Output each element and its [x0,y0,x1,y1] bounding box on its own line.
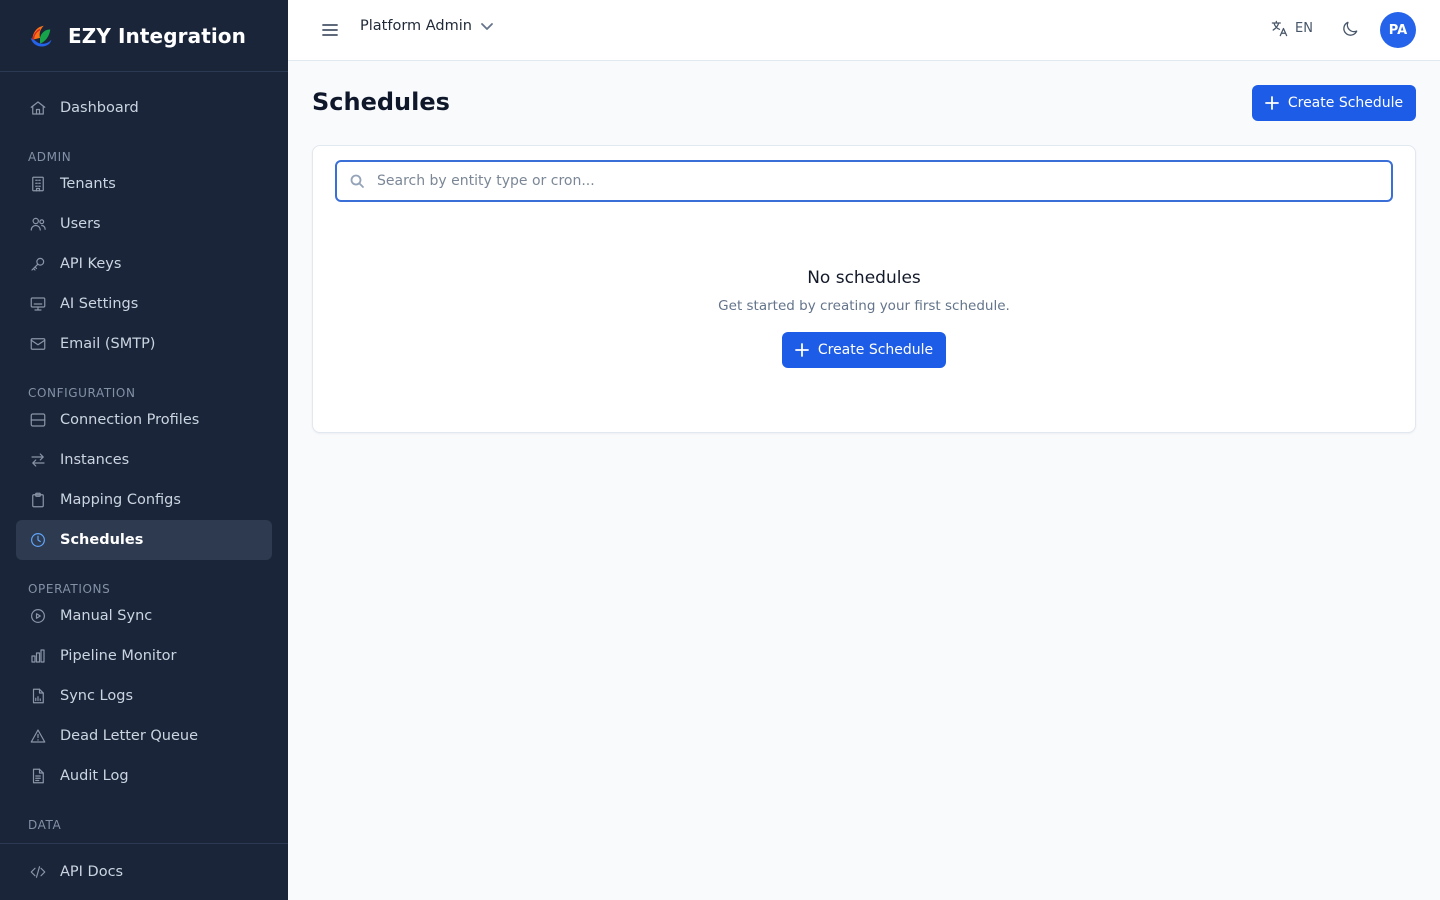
sidebar-item-label: Instances [60,452,130,468]
building-icon [28,174,48,194]
create-schedule-button[interactable]: Create Schedule [1252,85,1416,121]
sidebar-item-label: Users [60,216,101,232]
section-label-configuration: CONFIGURATION [28,386,136,400]
sidebar-item-label: API Docs [60,864,124,880]
language-code: EN [1295,21,1313,36]
sidebar-item-ai-settings[interactable]: AI Settings [16,284,272,324]
sidebar-item-label: Audit Log [60,768,129,784]
search-box [335,160,1393,202]
moon-icon[interactable] [1340,19,1360,39]
tenant-selector[interactable]: Platform Admin [360,18,494,34]
file-text-icon [28,766,48,786]
section-label-admin: ADMIN [28,150,72,164]
arrows-icon [28,450,48,470]
code-icon [28,862,48,882]
sidebar-footer: API Docs [0,843,288,900]
sidebar-item-label: Schedules [60,532,144,548]
server-icon [28,410,48,430]
sidebar-item-manual-sync[interactable]: Manual Sync [16,596,272,636]
section-label-operations: OPERATIONS [28,582,111,596]
key-icon [28,254,48,274]
schedules-card: No schedules Get started by creating you… [312,145,1416,433]
button-label: Create Schedule [1287,95,1404,111]
sidebar-item-label: Email (SMTP) [60,336,156,352]
mail-icon [28,334,48,354]
search-input[interactable] [377,163,1391,199]
sidebar-item-label: Connection Profiles [60,412,200,428]
page-title: Schedules [312,88,450,116]
sidebar-item-pipeline-monitor[interactable]: Pipeline Monitor [16,636,272,676]
sidebar-item-label: Dashboard [60,100,139,116]
brand[interactable]: EZY Integration [0,0,288,72]
bar-chart-icon [28,646,48,666]
sidebar-item-label: Dead Letter Queue [60,728,199,744]
translate-icon [1271,20,1288,37]
sidebar-item-api-keys[interactable]: API Keys [16,244,272,284]
sidebar-item-label: Manual Sync [60,608,153,624]
sidebar-item-mapping-configs[interactable]: Mapping Configs [16,480,272,520]
sidebar-item-label: API Keys [60,256,122,272]
sidebar-item-users[interactable]: Users [16,204,272,244]
language-switcher[interactable]: EN [1270,19,1313,38]
monitor-icon [28,294,48,314]
plus-icon [1264,96,1279,110]
section-label-data: DATA [28,818,62,832]
empty-state-subtitle: Get started by creating your first sched… [718,298,1010,314]
button-label: Create Schedule [817,342,934,358]
users-icon [28,214,48,234]
search-icon [349,173,365,189]
sidebar-item-label: AI Settings [60,296,139,312]
sidebar-item-label: Pipeline Monitor [60,648,177,664]
sidebar-item-audit-log[interactable]: Audit Log [16,756,272,796]
tenant-name: Platform Admin [360,18,472,34]
sidebar-item-connection-profiles[interactable]: Connection Profiles [16,400,272,440]
sidebar-item-email-smtp[interactable]: Email (SMTP) [16,324,272,364]
sidebar-item-instances[interactable]: Instances [16,440,272,480]
top-header: Platform Admin EN PA [288,0,1440,61]
sidebar-item-label: Mapping Configs [60,492,181,508]
menu-toggle-icon[interactable] [320,20,340,40]
sidebar-nav: Dashboard ADMIN Tenants Users API Keys A… [0,72,288,832]
avatar[interactable]: PA [1380,12,1416,48]
sidebar-item-tenants[interactable]: Tenants [16,164,272,204]
empty-create-schedule-button[interactable]: Create Schedule [782,332,946,368]
warning-icon [28,726,48,746]
home-icon [28,98,48,118]
plus-icon [794,343,809,357]
empty-state-title: No schedules [807,268,921,288]
sidebar: EZY Integration Dashboard ADMIN Tenants … [0,0,288,900]
play-circle-icon [28,606,48,626]
app-name: EZY Integration [68,23,246,48]
sidebar-item-label: Tenants [60,176,116,192]
sidebar-item-sync-logs[interactable]: Sync Logs [16,676,272,716]
file-chart-icon [28,686,48,706]
sidebar-item-dashboard[interactable]: Dashboard [16,88,272,128]
sidebar-item-schedules[interactable]: Schedules [16,520,272,560]
sidebar-item-api-docs[interactable]: API Docs [16,852,272,892]
chevron-down-icon [481,23,493,30]
sidebar-item-label: Sync Logs [60,688,134,704]
clipboard-icon [28,490,48,510]
sidebar-item-dead-letter-queue[interactable]: Dead Letter Queue [16,716,272,756]
clock-icon [28,530,48,550]
app-logo-icon [24,20,56,52]
